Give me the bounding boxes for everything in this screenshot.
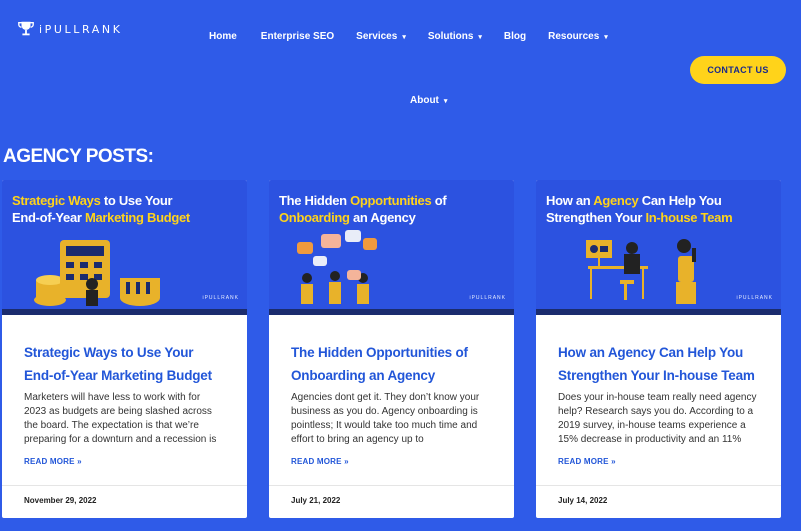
post-card: Strategic Ways to Use Your End-of-Year M… <box>2 180 247 518</box>
nav-label: Solutions <box>427 31 474 42</box>
thumb-brand: iPULLRANK <box>469 295 506 301</box>
post-card: How an Agency Can Help You Strengthen Yo… <box>536 180 781 518</box>
nav-label: Resources <box>548 31 600 42</box>
nav-home[interactable]: Home <box>209 31 237 42</box>
thumb-brand: iPULLRANK <box>202 295 239 301</box>
post-excerpt: Agencies dont get it. They don’t know yo… <box>291 392 480 445</box>
post-title[interactable]: The Hidden Opportunities of Onboarding a… <box>291 341 492 387</box>
section-title: AGENCY POSTS: <box>3 146 154 167</box>
post-card: The Hidden Opportunities of Onboarding a… <box>269 180 514 518</box>
people-talking-illustration <box>297 230 377 304</box>
read-more-link[interactable]: READ MORE » <box>24 457 82 466</box>
read-more-link[interactable]: READ MORE » <box>558 457 616 466</box>
read-more-link[interactable]: READ MORE » <box>291 457 349 466</box>
post-thumbnail[interactable]: How an Agency Can Help You Strengthen Yo… <box>536 180 781 315</box>
thumb-text: Agency <box>593 193 639 208</box>
thumb-text: an Agency <box>349 210 416 225</box>
nav-label: Enterprise SEO <box>260 31 335 42</box>
thumb-text: End-of-Year <box>12 210 85 225</box>
thumb-text: Can Help You <box>638 193 722 208</box>
trophy-icon <box>18 21 34 36</box>
post-title[interactable]: How an Agency Can Help You Strengthen Yo… <box>558 341 759 387</box>
nav-about[interactable]: About ▾ <box>410 95 447 106</box>
chevron-down-icon: ▾ <box>443 97 448 105</box>
team-illustration <box>586 239 696 304</box>
post-date: July 21, 2022 <box>269 485 514 518</box>
thumb-text: Opportunities <box>350 193 432 208</box>
thumb-text: In-house Team <box>645 210 733 225</box>
thumb-text: How an <box>546 193 594 208</box>
thumbnail-heading: How an Agency Can Help You Strengthen Yo… <box>546 192 733 226</box>
budget-illustration <box>34 240 160 306</box>
chevron-down-icon: ▾ <box>604 33 608 41</box>
nav-label: Services <box>356 31 398 42</box>
nav-enterprise-seo[interactable]: Enterprise SEO <box>261 31 334 42</box>
thumb-text: The Hidden <box>279 193 351 208</box>
nav-blog[interactable]: Blog <box>504 31 526 42</box>
thumb-text: Strategic Ways <box>12 193 101 208</box>
thumbnail-heading: The Hidden Opportunities of Onboarding a… <box>279 192 447 226</box>
thumb-text: of <box>431 193 447 208</box>
logo[interactable]: iPULLRANK <box>17 20 123 38</box>
post-title[interactable]: Strategic Ways to Use Your End-of-Year M… <box>24 341 225 387</box>
post-excerpt: Does your in-house team really need agen… <box>558 392 757 445</box>
thumbnail-heading: Strategic Ways to Use Your End-of-Year M… <box>12 192 190 226</box>
thumb-brand: iPULLRANK <box>736 295 773 301</box>
chevron-down-icon: ▾ <box>478 33 482 41</box>
post-date: July 14, 2022 <box>536 485 781 518</box>
main-nav: Home Enterprise SEO Services ▾ Solutions… <box>209 31 630 42</box>
thumb-text: Marketing Budget <box>84 210 190 225</box>
chevron-down-icon: ▾ <box>402 33 406 41</box>
post-excerpt: Marketers will have less to work with fo… <box>24 392 217 445</box>
nav-resources[interactable]: Resources ▾ <box>548 31 608 42</box>
contact-us-button[interactable]: CONTACT US <box>690 56 786 84</box>
post-thumbnail[interactable]: Strategic Ways to Use Your End-of-Year M… <box>2 180 247 315</box>
thumb-text: Strengthen Your <box>546 210 646 225</box>
nav-label: About <box>410 95 439 106</box>
thumb-text: to Use Your <box>100 193 173 208</box>
post-date: November 29, 2022 <box>2 485 247 518</box>
nav-solutions[interactable]: Solutions ▾ <box>428 31 482 42</box>
logo-text: iPULLRANK <box>39 22 123 36</box>
post-thumbnail[interactable]: The Hidden Opportunities of Onboarding a… <box>269 180 514 315</box>
thumb-text: Onboarding <box>279 210 350 225</box>
nav-label: Blog <box>503 31 527 42</box>
nav-label: Home <box>209 31 237 42</box>
nav-services[interactable]: Services ▾ <box>356 31 406 42</box>
